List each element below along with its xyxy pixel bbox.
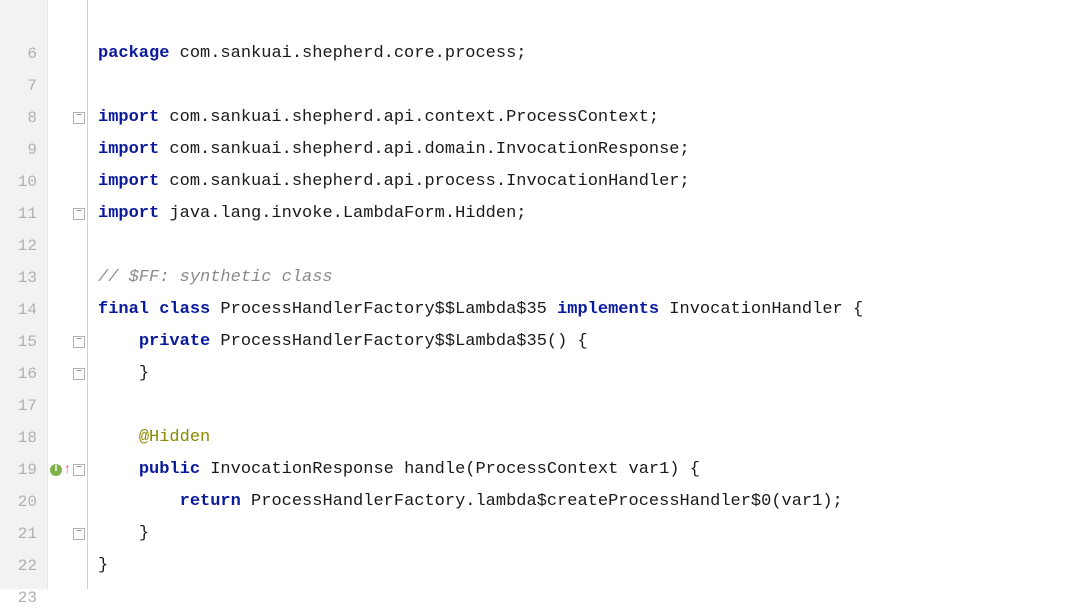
code-token: com.sankuai.shepherd.api.domain.Invocati… [159, 140, 690, 159]
code-line[interactable]: final class ProcessHandlerFactory$$Lambd… [98, 294, 1080, 326]
gutter-marker-row [48, 294, 87, 326]
gutter-marker-row [48, 6, 87, 38]
code-token: } [98, 556, 108, 575]
code-line[interactable]: import com.sankuai.shepherd.api.domain.I… [98, 134, 1080, 166]
gutter-marker-row [48, 358, 87, 390]
line-number [0, 6, 47, 38]
gutter-marker-row [48, 134, 87, 166]
fold-toggle-icon[interactable] [73, 528, 85, 540]
code-line[interactable]: @Hidden [98, 422, 1080, 454]
code-token: private [139, 332, 210, 351]
code-token: import [98, 108, 159, 127]
code-line[interactable]: import com.sankuai.shepherd.api.process.… [98, 166, 1080, 198]
line-number: 13 [0, 262, 47, 294]
code-token: InvocationHandler { [659, 300, 863, 319]
gutter-marker-row [48, 550, 87, 582]
gutter-marker-row [48, 166, 87, 198]
code-token: com.sankuai.shepherd.api.process.Invocat… [159, 172, 690, 191]
code-token: import [98, 172, 159, 191]
gutter-marker-row: ↑ [48, 454, 87, 486]
code-line[interactable]: import java.lang.invoke.LambdaForm.Hidde… [98, 198, 1080, 230]
code-line[interactable]: import com.sankuai.shepherd.api.context.… [98, 102, 1080, 134]
code-token: InvocationResponse handle(ProcessContext… [200, 460, 700, 479]
gutter-marker-row [48, 70, 87, 102]
gutter-marker-row [48, 390, 87, 422]
code-line[interactable]: } [98, 518, 1080, 550]
line-number: 10 [0, 166, 47, 198]
code-line[interactable]: public InvocationResponse handle(Process… [98, 454, 1080, 486]
code-token: } [139, 524, 149, 543]
code-line[interactable]: // $FF: synthetic class [98, 262, 1080, 294]
line-number: 11 [0, 198, 47, 230]
line-number: 20 [0, 486, 47, 518]
gutter-marker-row [48, 198, 87, 230]
gutter-marker-row [48, 102, 87, 134]
fold-toggle-icon[interactable] [73, 208, 85, 220]
line-number: 6 [0, 38, 47, 70]
line-number: 22 [0, 550, 47, 582]
code-line[interactable] [98, 6, 1080, 38]
override-up-arrow-icon[interactable]: ↑ [63, 464, 71, 476]
line-number: 18 [0, 422, 47, 454]
marker-gutter: ↑ [48, 0, 88, 589]
gutter-marker-row [48, 582, 87, 614]
line-number: 21 [0, 518, 47, 550]
code-line[interactable]: return ProcessHandlerFactory.lambda$crea… [98, 486, 1080, 518]
line-number: 12 [0, 230, 47, 262]
code-line[interactable] [98, 230, 1080, 262]
code-token: } [139, 364, 149, 383]
code-token: com.sankuai.shepherd.api.context.Process… [159, 108, 659, 127]
code-editor[interactable]: package com.sankuai.shepherd.core.proces… [88, 0, 1080, 589]
gutter-marker-row [48, 262, 87, 294]
fold-toggle-icon[interactable] [73, 464, 85, 476]
code-token: // $FF: synthetic class [98, 268, 333, 287]
code-token: implements [557, 300, 659, 319]
code-line[interactable] [98, 390, 1080, 422]
fold-toggle-icon[interactable] [73, 336, 85, 348]
code-line[interactable]: } [98, 358, 1080, 390]
line-number: 23 [0, 582, 47, 614]
code-token: import [98, 140, 159, 159]
code-line[interactable] [98, 70, 1080, 102]
code-token: package [98, 44, 169, 63]
code-line[interactable]: private ProcessHandlerFactory$$Lambda$35… [98, 326, 1080, 358]
line-number-gutter: 67891011121314151617181920212223 [0, 0, 48, 589]
gutter-marker-row [48, 230, 87, 262]
gutter-marker-row [48, 326, 87, 358]
code-token: import [98, 204, 159, 223]
line-number: 17 [0, 390, 47, 422]
gutter-marker-row [48, 486, 87, 518]
line-number: 19 [0, 454, 47, 486]
gutter-marker-row [48, 38, 87, 70]
code-token: public [139, 460, 200, 479]
code-token: ProcessHandlerFactory.lambda$createProce… [241, 492, 843, 511]
code-token: ProcessHandlerFactory$$Lambda$35() { [210, 332, 587, 351]
code-token: @Hidden [139, 428, 210, 447]
code-line[interactable]: } [98, 550, 1080, 582]
line-number: 16 [0, 358, 47, 390]
code-line[interactable]: package com.sankuai.shepherd.core.proces… [98, 38, 1080, 70]
line-number: 7 [0, 70, 47, 102]
code-line[interactable] [98, 582, 1080, 614]
code-token: return [180, 492, 241, 511]
code-token: java.lang.invoke.LambdaForm.Hidden; [159, 204, 526, 223]
fold-toggle-icon[interactable] [73, 368, 85, 380]
gutter-marker-row [48, 422, 87, 454]
implements-method-icon[interactable] [50, 464, 62, 476]
fold-toggle-icon[interactable] [73, 112, 85, 124]
line-number: 14 [0, 294, 47, 326]
line-number: 9 [0, 134, 47, 166]
code-token: ProcessHandlerFactory$$Lambda$35 [210, 300, 557, 319]
line-number: 8 [0, 102, 47, 134]
code-token: final class [98, 300, 210, 319]
line-number: 15 [0, 326, 47, 358]
code-token: com.sankuai.shepherd.core.process; [169, 44, 526, 63]
gutter-marker-row [48, 518, 87, 550]
